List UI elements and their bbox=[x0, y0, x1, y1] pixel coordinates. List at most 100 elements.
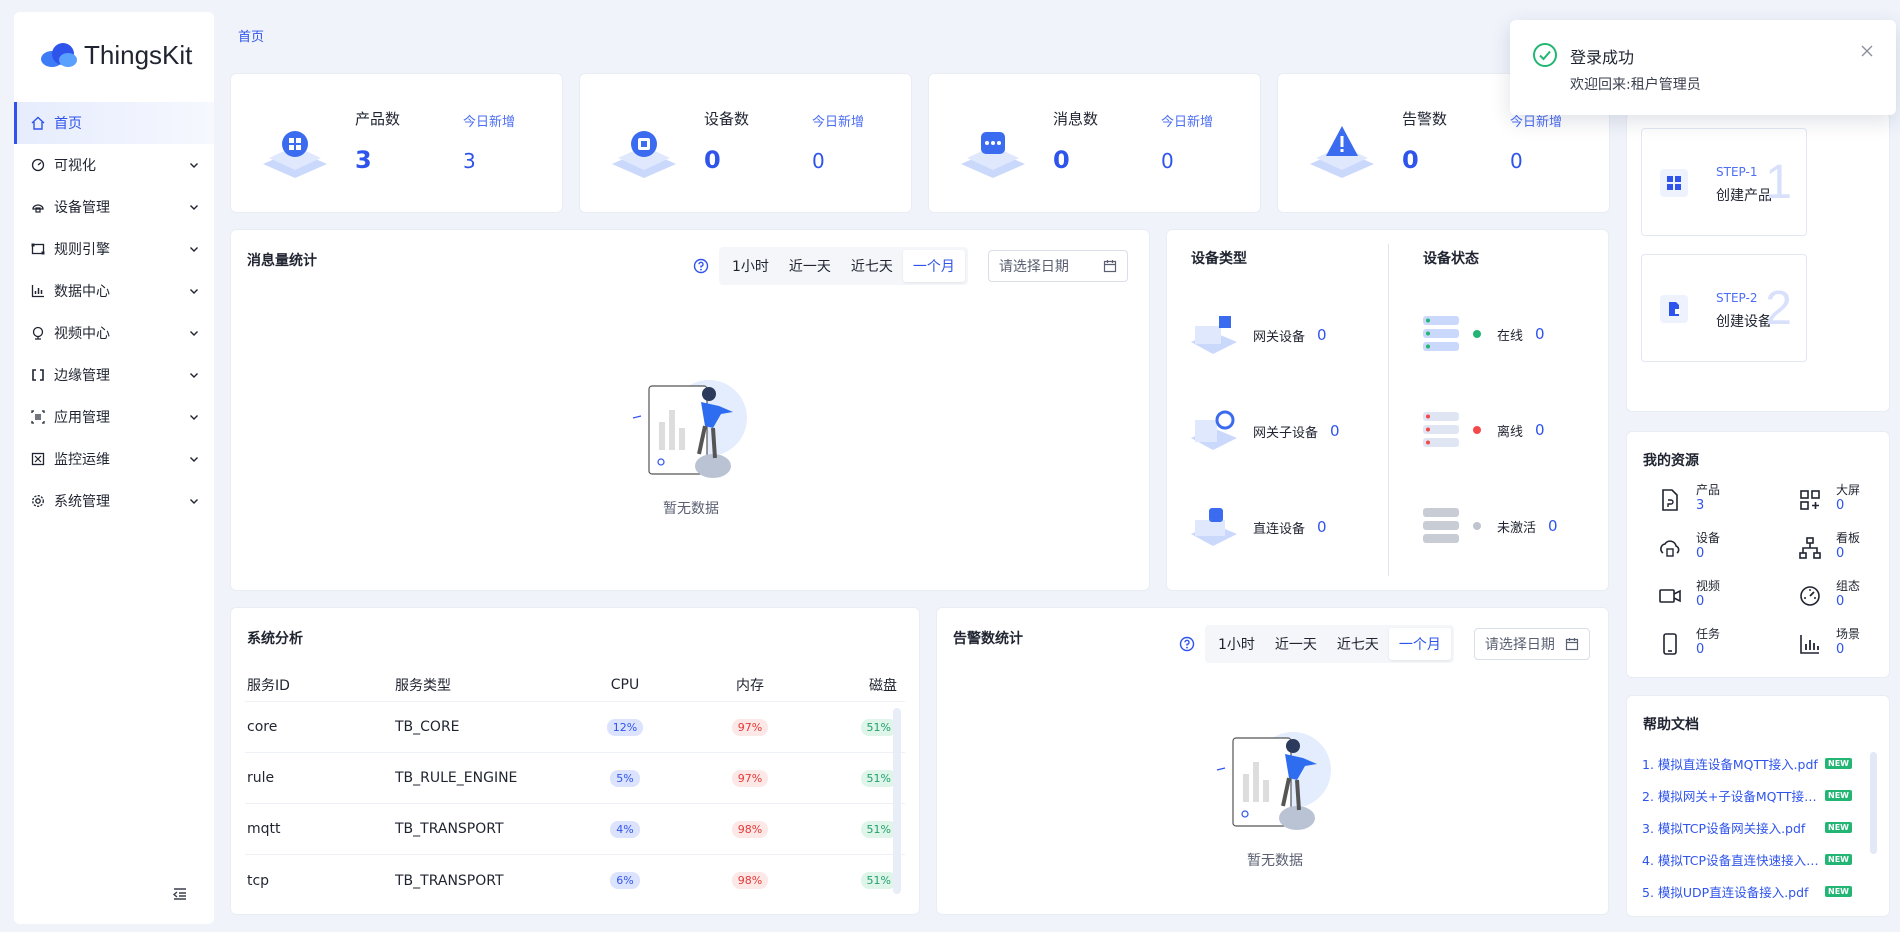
resource-value: 0 bbox=[1836, 594, 1845, 609]
gauge-icon bbox=[1800, 586, 1820, 606]
resource-label: 任务 bbox=[1696, 627, 1721, 641]
collapse-sidebar-button[interactable] bbox=[166, 880, 194, 908]
empty-text: 暂无数据 bbox=[1247, 853, 1303, 869]
stat-value: 0 bbox=[1402, 146, 1419, 174]
resource-label: 大屏 bbox=[1836, 483, 1861, 497]
gateway-device-icon bbox=[1191, 316, 1237, 354]
table-scrollbar[interactable] bbox=[893, 708, 901, 894]
service-type: TB_RULE_ENGINE bbox=[395, 770, 518, 786]
menu-label: 应用管理 bbox=[54, 410, 110, 426]
status-dot bbox=[1473, 330, 1481, 338]
resource-scene[interactable]: 场景 0 bbox=[1798, 626, 1860, 658]
doc-title: 4. 模拟TCP设备直连快速接入.pdf bbox=[1642, 853, 1820, 868]
device-status-online: 在线 0 bbox=[1419, 312, 1545, 356]
range-1m-button[interactable]: 一个月 bbox=[1388, 628, 1451, 660]
menu-label: 规则引擎 bbox=[54, 242, 110, 258]
resource-board[interactable]: 看板 0 bbox=[1798, 530, 1860, 562]
memory-badge: 97% bbox=[731, 769, 769, 787]
resource-device[interactable]: 设备 0 bbox=[1658, 530, 1720, 562]
date-picker[interactable]: 请选择日期 bbox=[987, 250, 1128, 282]
product-cube-icon bbox=[263, 131, 327, 178]
step-card-create-device[interactable]: STEP-2 创建设备 2 bbox=[1641, 254, 1807, 362]
device-overview-panel: 设备类型 设备状态 网关设备 0 网关子设备 0 直连设备 0 在线 0 离线 … bbox=[1166, 229, 1609, 591]
range-1h-button[interactable]: 1小时 bbox=[1208, 628, 1265, 660]
resource-configuration[interactable]: 组态 0 bbox=[1798, 578, 1860, 610]
stat-today-label: 今日新增 bbox=[463, 115, 516, 130]
resource-label: 设备 bbox=[1696, 531, 1721, 545]
close-icon[interactable] bbox=[1860, 44, 1874, 58]
resource-bigscreen[interactable]: 大屏 0 bbox=[1798, 482, 1860, 514]
menu-label: 系统管理 bbox=[54, 494, 110, 510]
column-header: 磁盘 bbox=[869, 677, 897, 694]
doc-link[interactable]: 4. 模拟TCP设备直连快速接入.pdf NEW bbox=[1642, 850, 1852, 869]
table-row: core TB_CORE 12% 97% 51% bbox=[245, 702, 905, 753]
server-inactive-icon bbox=[1423, 508, 1459, 543]
docs-scrollbar[interactable] bbox=[1870, 752, 1877, 854]
column-divider bbox=[1388, 244, 1389, 576]
help-icon[interactable] bbox=[1179, 636, 1195, 652]
menu-item-system-management[interactable]: 系统管理 bbox=[14, 480, 214, 522]
server-offline-icon bbox=[1423, 412, 1459, 447]
cloud-logo-icon bbox=[41, 43, 77, 67]
device-type-direct: 直连设备 0 bbox=[1189, 504, 1327, 550]
resource-product[interactable]: 产品 3 bbox=[1658, 482, 1720, 514]
device-status-inactive: 未激活 0 bbox=[1419, 504, 1558, 548]
date-picker[interactable]: 请选择日期 bbox=[1473, 628, 1590, 660]
breadcrumb[interactable]: 首页 bbox=[238, 26, 264, 45]
doc-link[interactable]: 5. 模拟UDP直连设备接入.pdf NEW bbox=[1642, 882, 1852, 901]
device-type-value: 0 bbox=[1317, 326, 1327, 344]
doc-link[interactable]: 1. 模拟直连设备MQTT接入.pdf NEW bbox=[1642, 754, 1852, 773]
menu-label: 可视化 bbox=[54, 158, 96, 174]
range-7d-button[interactable]: 近七天 bbox=[841, 250, 903, 282]
device-status-title: 设备状态 bbox=[1423, 251, 1479, 267]
device-type-label: 网关设备 bbox=[1253, 329, 1306, 345]
device-status-value: 0 bbox=[1535, 325, 1545, 343]
server-online-icon bbox=[1423, 316, 1459, 351]
resource-value: 3 bbox=[1696, 498, 1705, 513]
date-placeholder: 请选择日期 bbox=[998, 259, 1069, 275]
range-1m-button[interactable]: 一个月 bbox=[902, 250, 965, 282]
menu-item-edge-management[interactable]: 边缘管理 bbox=[14, 354, 214, 396]
stat-title: 消息数 bbox=[1053, 110, 1099, 128]
memory-badge: 98% bbox=[731, 872, 769, 889]
disk-badge: 51% bbox=[860, 718, 897, 736]
menu-item-monitoring[interactable]: 监控运维 bbox=[14, 438, 214, 480]
menu-item-visualization[interactable]: 可视化 bbox=[14, 144, 214, 186]
brand-logo[interactable]: ThingsKit bbox=[14, 12, 214, 98]
resource-video[interactable]: 视频 0 bbox=[1658, 578, 1720, 610]
empty-illustration bbox=[632, 380, 747, 478]
menu-item-app-management[interactable]: 应用管理 bbox=[14, 396, 214, 438]
menu-item-data-center[interactable]: 数据中心 bbox=[14, 270, 214, 312]
menu-item-home[interactable]: 首页 bbox=[14, 102, 214, 144]
menu-item-video-center[interactable]: 视频中心 bbox=[14, 312, 214, 354]
service-id: tcp bbox=[247, 872, 270, 889]
step-card-create-product[interactable]: STEP-1 创建产品 1 bbox=[1641, 128, 1807, 236]
device-type-label: 直连设备 bbox=[1253, 521, 1306, 537]
doc-link[interactable]: 3. 模拟TCP设备网关接入.pdf NEW bbox=[1642, 818, 1852, 837]
date-placeholder: 请选择日期 bbox=[1484, 637, 1555, 653]
help-icon[interactable] bbox=[693, 258, 709, 274]
menu-item-device-management[interactable]: 设备管理 bbox=[14, 186, 214, 228]
doc-link[interactable]: 2. 模拟网关+子设备MQTT接入.pdf NEW bbox=[1642, 786, 1852, 805]
empty-state: 暂无数据 bbox=[611, 356, 771, 518]
stat-value: 0 bbox=[704, 146, 721, 174]
range-1d-button[interactable]: 近一天 bbox=[779, 250, 841, 282]
range-7d-button[interactable]: 近七天 bbox=[1327, 628, 1389, 660]
device-type-title: 设备类型 bbox=[1191, 251, 1247, 267]
resource-label: 看板 bbox=[1836, 531, 1861, 545]
menu-item-rule-engine[interactable]: 规则引擎 bbox=[14, 228, 214, 270]
range-segmented: 1小时 近一天 近七天 一个月 bbox=[1205, 625, 1454, 663]
range-1d-button[interactable]: 近一天 bbox=[1265, 628, 1327, 660]
service-id: rule bbox=[247, 770, 275, 786]
resource-task[interactable]: 任务 0 bbox=[1658, 626, 1720, 658]
stat-title: 告警数 bbox=[1402, 110, 1448, 128]
message-stats-panel: 消息量统计 1小时 近一天 近七天 一个月 请选择日期 暂无数据 bbox=[230, 229, 1150, 591]
range-1h-button[interactable]: 1小时 bbox=[722, 250, 779, 282]
chevron-down-icon bbox=[190, 331, 198, 336]
cpu-badge: 12% bbox=[606, 718, 644, 736]
chevron-down-icon bbox=[190, 457, 198, 462]
table-row: rule TB_RULE_ENGINE 5% 97% 51% bbox=[245, 753, 905, 804]
message-bubble-icon bbox=[961, 132, 1025, 178]
device-status-offline: 离线 0 bbox=[1419, 408, 1545, 452]
stat-today-value: 3 bbox=[463, 149, 476, 173]
